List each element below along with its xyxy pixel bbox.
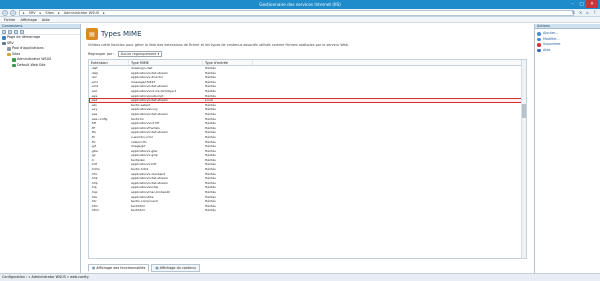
title-bar: Gestionnaire des services Internet (IIS)… bbox=[0, 0, 600, 9]
tab-features-view[interactable]: ▦ Affichage des fonctionnalités bbox=[88, 264, 150, 272]
home-icon[interactable]: ⌂ bbox=[585, 10, 590, 15]
chevron-right-icon: ▸ bbox=[57, 11, 60, 15]
table-cell: Hérités bbox=[205, 208, 216, 213]
globe-icon bbox=[12, 63, 16, 67]
menu-bar: Fichier Affichage Aide bbox=[0, 17, 600, 23]
chevron-right-icon: ▸ bbox=[103, 11, 105, 15]
table-row[interactable]: .html text/html Hérités bbox=[89, 208, 526, 213]
mime-table: Extension Type MIME Type d'entrée .dwf draw… bbox=[88, 59, 527, 259]
maximize-button[interactable]: □ bbox=[577, 0, 586, 8]
action-label: Modifier... bbox=[543, 36, 560, 41]
view-icon: ▦ bbox=[92, 266, 96, 270]
refresh-icon[interactable] bbox=[20, 30, 24, 34]
column-header[interactable]: Type d'entrée bbox=[203, 60, 253, 65]
tab-label: Affichage des fonctionnalités bbox=[96, 266, 146, 270]
action-label: Ajouter... bbox=[543, 31, 559, 35]
feature-header: ▤ Types MIME bbox=[86, 28, 142, 40]
folder-icon bbox=[7, 52, 11, 56]
groupby-select[interactable]: Aucun regroupement ▾ bbox=[117, 51, 163, 57]
back-button[interactable]: ‹ bbox=[2, 10, 8, 16]
home-icon bbox=[2, 36, 6, 40]
tab-content-view[interactable]: ▦ Affichage du contenu bbox=[151, 264, 200, 272]
page-title: Types MIME bbox=[101, 30, 142, 38]
table-cell: .html bbox=[91, 208, 99, 213]
column-header[interactable]: Type MIME bbox=[129, 60, 203, 65]
address-segment[interactable]: Sites bbox=[45, 11, 54, 15]
view-icon: ▦ bbox=[155, 266, 159, 270]
table-body: .dwf drawing/x-dwf Hérités .dwp application/… bbox=[89, 66, 526, 213]
chevron-right-icon: ▸ bbox=[23, 11, 25, 15]
address-segment[interactable]: SRV bbox=[29, 11, 36, 15]
edit-icon bbox=[537, 37, 541, 41]
add-icon bbox=[537, 32, 541, 36]
help-icon bbox=[537, 48, 541, 52]
address-tools: ↻ ✕ ⌂ ? bbox=[571, 10, 597, 15]
help-icon[interactable]: ? bbox=[592, 10, 597, 15]
close-button[interactable]: ✕ bbox=[586, 0, 598, 8]
menu-item[interactable]: Aide bbox=[42, 17, 50, 22]
globe-icon bbox=[12, 58, 16, 62]
stop-icon[interactable]: ✕ bbox=[578, 10, 583, 15]
menu-item[interactable]: Affichage bbox=[20, 17, 36, 22]
forward-button[interactable]: › bbox=[10, 10, 16, 16]
pool-icon bbox=[7, 47, 11, 51]
address-segment[interactable]: Administrator WSUS bbox=[64, 11, 99, 15]
window-title: Gestionnaire des services Internet (IIS) bbox=[259, 2, 341, 7]
menu-item[interactable]: Fichier bbox=[4, 17, 15, 22]
tab-label: Affichage du contenu bbox=[159, 266, 196, 270]
mime-types-icon: ▤ bbox=[86, 28, 98, 40]
window-controls: – □ ✕ bbox=[568, 0, 598, 8]
chevron-down-icon: ▾ bbox=[157, 52, 160, 56]
groupby-label: Regrouper par : bbox=[88, 52, 115, 56]
feature-description: Utilisez cette fonction pour gérer la li… bbox=[88, 43, 349, 47]
status-text: Configuration : « Administrator WSUS » w… bbox=[2, 275, 89, 279]
table-cell: text/html bbox=[131, 208, 145, 213]
address-path[interactable]: ▸ SRV ▸ Sites ▸ Administrator WSUS ▸ bbox=[19, 10, 574, 16]
chevron-right-icon: ▸ bbox=[39, 11, 42, 15]
tree-item-label: Default Web Site bbox=[17, 62, 46, 67]
view-tabs: ▦ Affichage des fonctionnalités ▦ Affichage… bbox=[88, 264, 200, 272]
groupby-value: Aucun regroupement bbox=[120, 52, 157, 56]
server-icon bbox=[2, 41, 6, 45]
connect-icon[interactable] bbox=[2, 30, 6, 34]
action-label: Supprimer bbox=[543, 42, 561, 46]
column-header[interactable]: Extension bbox=[89, 60, 129, 65]
actions-panel: Actions Ajouter... Modifier... Supprimer Ai… bbox=[534, 24, 600, 273]
connections-panel: Connexions Page de démarrage SRV Pool d'ap… bbox=[0, 24, 81, 273]
scroll-thumb[interactable] bbox=[521, 104, 526, 118]
groupby-control: Regrouper par : Aucun regroupement ▾ bbox=[88, 51, 163, 57]
save-icon[interactable] bbox=[8, 30, 12, 34]
tree-item[interactable]: Default Web Site bbox=[0, 63, 80, 69]
connections-tree: Page de démarrage SRV Pool d'applications S… bbox=[0, 35, 80, 68]
refresh-icon[interactable]: ↻ bbox=[571, 10, 576, 15]
actions-list: Ajouter... Modifier... Supprimer Aide bbox=[535, 29, 600, 53]
delete-icon bbox=[537, 43, 541, 47]
action-aide[interactable]: Aide bbox=[535, 48, 600, 54]
up-icon[interactable] bbox=[14, 30, 18, 34]
action-label: Aide bbox=[543, 47, 551, 52]
main-content: ▤ Types MIME Utilisez cette fonction pou… bbox=[86, 24, 531, 273]
minimize-button[interactable]: – bbox=[568, 0, 577, 8]
status-bar: Configuration : « Administrator WSUS » w… bbox=[0, 273, 600, 281]
table-scrollbar[interactable] bbox=[521, 60, 526, 258]
address-bar: ‹ › ▸ SRV ▸ Sites ▸ Administrator WSUS ▸ ↻ ✕ ⌂… bbox=[0, 9, 600, 17]
